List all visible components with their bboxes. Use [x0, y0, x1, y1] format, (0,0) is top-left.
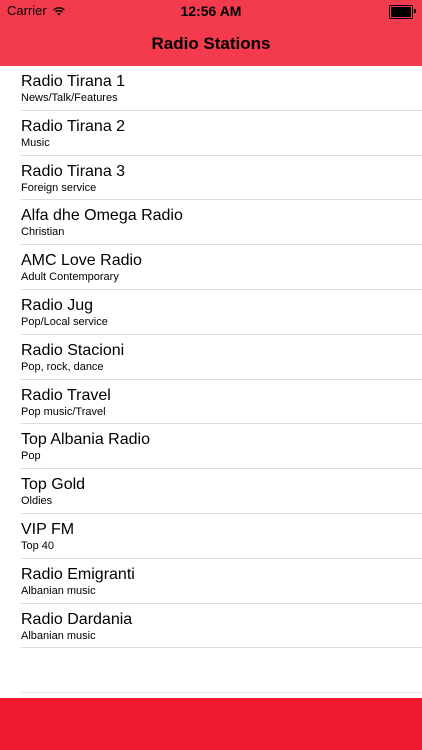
station-genre: Music: [21, 136, 50, 149]
station-genre: Adult Contemporary: [21, 271, 119, 284]
station-genre: Albanian music: [21, 584, 96, 597]
station-row[interactable]: AMC Love Radio Adult Contemporary: [0, 245, 422, 290]
battery-level: [391, 7, 411, 17]
station-row[interactable]: Radio Tirana 2 Music: [0, 111, 422, 156]
station-list[interactable]: Radio Tirana 1 News/Talk/Features Radio Ti…: [0, 66, 422, 698]
status-time: 12:56 AM: [180, 3, 242, 19]
station-genre: Pop, rock, dance: [21, 360, 104, 373]
station-name: VIP FM: [21, 520, 75, 538]
station-name: AMC Love Radio: [21, 252, 142, 270]
station-name: Alfa dhe Omega Radio: [21, 207, 183, 225]
navigation-bar: Carrier 12:56 AM Radio Stations: [0, 0, 422, 66]
station-row[interactable]: Radio Dardania Albanian music: [0, 604, 422, 649]
station-genre: Albanian music: [21, 629, 96, 642]
station-genre: News/Talk/Features: [21, 92, 118, 104]
station-name: Top Albania Radio: [21, 431, 150, 449]
station-genre: Oldies: [21, 495, 53, 508]
list-end-separator: [21, 692, 422, 693]
station-genre: Foreign service: [21, 181, 97, 194]
station-row[interactable]: Radio Travel Pop music/Travel: [0, 380, 422, 425]
station-name: Radio Tirana 2: [21, 117, 126, 135]
station-genre: Pop: [21, 450, 41, 463]
station-genre: Top 40: [21, 539, 55, 552]
station-genre: Pop music/Travel: [21, 405, 106, 418]
station-row[interactable]: Radio Jug Pop/Local service: [0, 290, 422, 335]
station-name: Radio Emigranti: [21, 565, 135, 583]
station-name: Radio Dardania: [21, 610, 133, 628]
station-name: Top Gold: [21, 476, 86, 494]
station-name: Radio Tirana 1: [21, 73, 126, 90]
station-row[interactable]: Top Gold Oldies: [0, 469, 422, 514]
station-genre: Christian: [21, 226, 65, 239]
bottom-bar: [0, 698, 422, 750]
station-name: Radio Travel: [21, 386, 111, 404]
station-row[interactable]: Radio Emigranti Albanian music: [0, 559, 422, 604]
station-row[interactable]: VIP FM Top 40: [0, 514, 422, 559]
station-name: Radio Stacioni: [21, 341, 125, 359]
station-row[interactable]: Radio Tirana 1 News/Talk/Features: [0, 66, 422, 111]
station-genre: Pop/Local service: [21, 315, 108, 328]
station-row[interactable]: Radio Stacioni Pop, rock, dance: [0, 335, 422, 380]
status-bar: Carrier 12:56 AM: [0, 0, 422, 22]
station-row[interactable]: Top Albania Radio Pop: [0, 424, 422, 469]
battery-full-icon: [389, 5, 416, 19]
station-name: Radio Jug: [21, 296, 94, 314]
battery-tip: [414, 9, 416, 13]
station-row[interactable]: Alfa dhe Omega Radio Christian: [0, 200, 422, 245]
station-name: Radio Tirana 3: [21, 162, 126, 180]
page-title: Radio Stations: [151, 34, 271, 53]
station-row[interactable]: Radio Tirana 3 Foreign service: [0, 156, 422, 201]
